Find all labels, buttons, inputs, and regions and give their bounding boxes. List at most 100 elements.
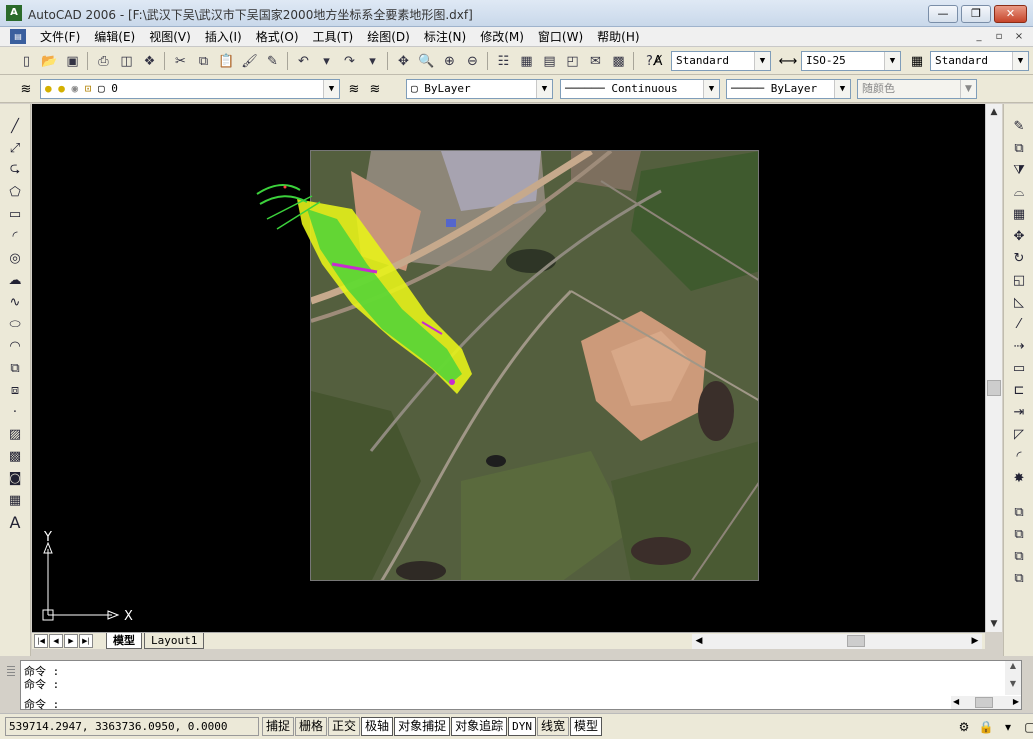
text-style-select[interactable]: Standard ▼ [671,51,771,71]
match-properties-icon[interactable]: 🖌 [239,51,260,71]
close-button[interactable]: ✕ [994,5,1027,23]
maximize-button[interactable]: ❐ [961,5,991,23]
menu-insert[interactable]: 插入(I) [198,29,249,45]
menu-tools[interactable]: 工具(T) [306,29,361,45]
ellipse-icon[interactable]: ⬭ [5,314,25,334]
hatch-icon[interactable]: ▨ [5,424,25,444]
design-center-icon[interactable]: ▦ [516,51,537,71]
array-icon[interactable]: ▦ [1009,204,1029,224]
point-icon[interactable]: · [5,402,25,422]
menu-help[interactable]: 帮助(H) [590,29,646,45]
copy-icon[interactable]: ⧉ [193,51,214,71]
communication-center-icon[interactable]: ⚙ [955,718,973,736]
toolbar-lock-icon[interactable]: 🔒 [977,718,995,736]
command-horizontal-scrollbar[interactable]: ◀ ▶ [951,696,1021,709]
text-style-icon[interactable]: A̸ [648,51,668,71]
extend-icon[interactable]: ⇢ [1009,336,1029,356]
publish-icon[interactable]: ❖ [139,51,160,71]
multiline-text-icon[interactable]: A [5,512,25,532]
document-icon[interactable]: ▤ [10,29,26,44]
dim-style-icon[interactable]: ⟷ [778,51,798,71]
prev-tab-icon[interactable]: ◀ [49,634,63,648]
command-prompt[interactable]: 命令 : [24,696,59,712]
model-toggle[interactable]: 模型 [569,717,602,736]
zoom-realtime-icon[interactable]: 🔍 [416,51,437,71]
rectangle-icon[interactable]: ▭ [5,204,25,224]
quickcalc-icon[interactable]: ▩ [608,51,629,71]
ortho-toggle[interactable]: 正交 [328,717,361,736]
gradient-icon[interactable]: ▩ [5,446,25,466]
menu-draw[interactable]: 绘图(D) [360,29,417,45]
status-menu-icon[interactable]: ▾ [999,718,1017,736]
menu-window[interactable]: 窗口(W) [531,29,590,45]
mirror-icon[interactable]: ⧩ [1009,160,1029,180]
tab-model[interactable]: 模型 [106,633,142,649]
grid-toggle[interactable]: 栅格 [295,717,328,736]
command-vertical-scrollbar[interactable]: ▲ ▼ [1005,661,1021,695]
scroll-left-icon[interactable]: ◀ [692,634,706,648]
make-object-layer-current-icon[interactable]: ≋ [344,79,364,99]
chamfer-icon[interactable]: ◸ [1009,424,1029,444]
scroll-down-icon[interactable]: ▼ [986,616,1002,632]
dyn-toggle[interactable]: DYN [508,717,536,736]
make-block-icon[interactable]: ⧈ [5,380,25,400]
new-file-icon[interactable]: ▯ [16,51,37,71]
tab-layout1[interactable]: Layout1 [144,633,205,649]
clean-screen-icon[interactable]: ▢ [1021,718,1033,736]
zoom-previous-icon[interactable]: ⊖ [462,51,483,71]
tool-palettes-icon[interactable]: ▤ [539,51,560,71]
fillet-icon[interactable]: ◜ [1009,446,1029,466]
break-icon[interactable]: ⊏ [1009,380,1029,400]
scroll-right-icon[interactable]: ▶ [1013,697,1019,706]
rotate-icon[interactable]: ↻ [1009,248,1029,268]
doc-close-button[interactable]: × [1011,29,1027,44]
vertical-scrollbar[interactable]: ▲ ▼ [985,104,1002,632]
undo-dropdown-icon[interactable]: ▾ [316,51,337,71]
vertical-scroll-thumb[interactable] [987,380,1001,396]
stretch-icon[interactable]: ◺ [1009,292,1029,312]
arc-icon[interactable]: ◜ [5,226,25,246]
lineweight-select[interactable]: ───── ByLayer ▼ [726,79,851,99]
table-style-select[interactable]: Standard ▼ [930,51,1029,71]
scroll-left-icon[interactable]: ◀ [953,697,959,706]
open-file-icon[interactable]: 📂 [39,51,60,71]
offset-icon[interactable]: ⌓ [1009,182,1029,202]
coordinate-display[interactable]: 539714.2947, 3363736.0950, 0.0000 [5,717,259,736]
doc-minimize-button[interactable]: _ [971,29,987,44]
horizontal-scrollbar[interactable]: ◀ ▶ [692,634,982,649]
region-icon[interactable]: ◙ [5,468,25,488]
osnap-toggle[interactable]: 对象捕捉 [394,717,451,736]
dim-style-select[interactable]: ISO-25 ▼ [801,51,901,71]
linetype-select[interactable]: ────── Continuous ▼ [560,79,720,99]
revision-cloud-icon[interactable]: ☁ [5,270,25,290]
polygon-icon[interactable]: ⬠ [5,182,25,202]
draw-order-back-icon[interactable]: ⧉ [1009,524,1029,544]
menu-modify[interactable]: 修改(M) [473,29,531,45]
layer-manager-icon[interactable]: ≋ [16,79,36,99]
menu-format[interactable]: 格式(O) [249,29,306,45]
markup-set-manager-icon[interactable]: ✉ [585,51,606,71]
insert-block-icon[interactable]: ⧉ [5,358,25,378]
copy-object-icon[interactable]: ⧉ [1009,138,1029,158]
zoom-window-icon[interactable]: ⊕ [439,51,460,71]
polyline-icon[interactable]: ⮎ [5,160,25,180]
cut-icon[interactable]: ✂ [170,51,191,71]
menu-view[interactable]: 视图(V) [142,29,198,45]
print-icon[interactable]: ⎙ [93,51,114,71]
properties-icon[interactable]: ☷ [493,51,514,71]
draw-order-above-icon[interactable]: ⧉ [1009,546,1029,566]
line-icon[interactable]: ╱ [5,116,25,136]
scroll-right-icon[interactable]: ▶ [968,634,982,648]
menu-edit[interactable]: 编辑(E) [87,29,142,45]
doc-restore-button[interactable]: ▫ [991,29,1007,44]
redo-dropdown-icon[interactable]: ▾ [362,51,383,71]
spline-icon[interactable]: ∿ [5,292,25,312]
draw-order-under-icon[interactable]: ⧉ [1009,568,1029,588]
scale-icon[interactable]: ◱ [1009,270,1029,290]
print-preview-icon[interactable]: ◫ [116,51,137,71]
move-icon[interactable]: ✥ [1009,226,1029,246]
ellipse-arc-icon[interactable]: ◠ [5,336,25,356]
save-icon[interactable]: ▣ [62,51,83,71]
last-tab-icon[interactable]: ▶| [79,634,93,648]
menu-file[interactable]: 文件(F) [33,29,87,45]
